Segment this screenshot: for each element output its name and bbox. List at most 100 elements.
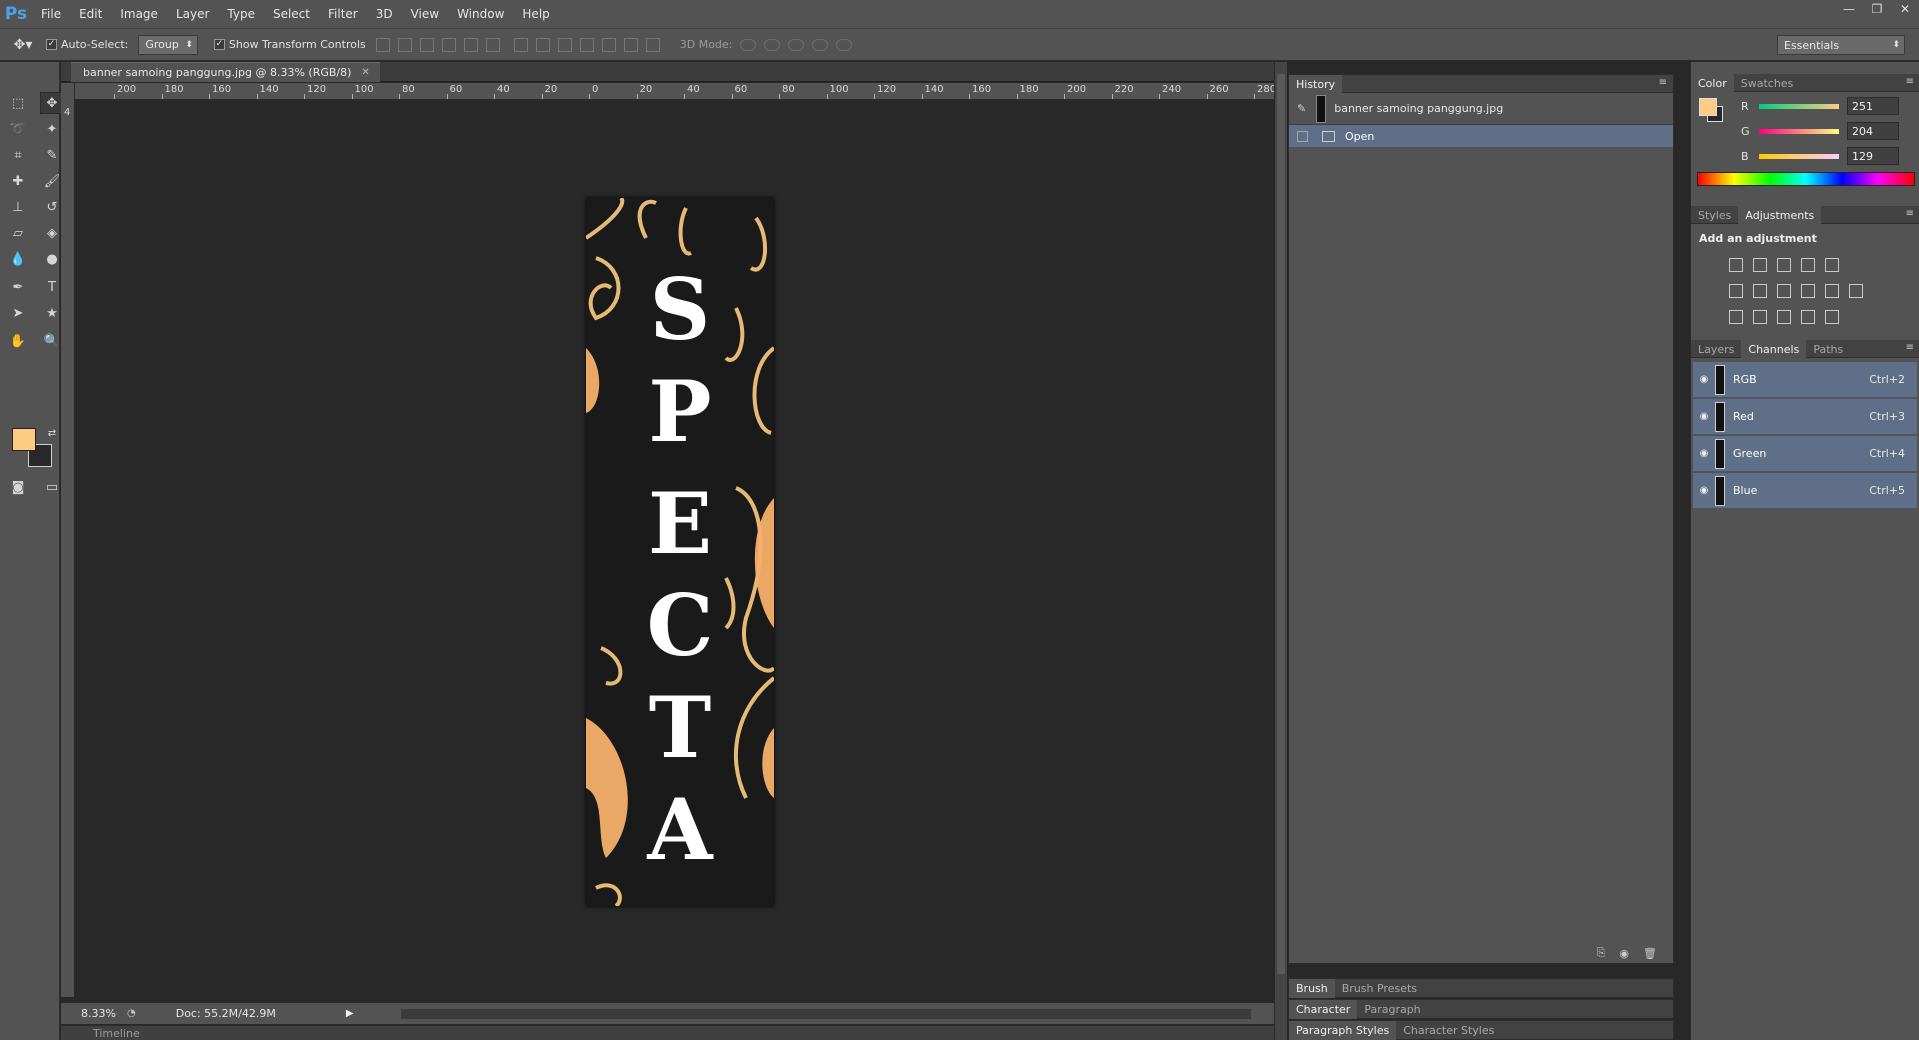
invert-icon[interactable] [1729,310,1743,324]
red-slider[interactable] [1759,103,1839,109]
menu-help[interactable]: Help [513,0,558,28]
menu-3d[interactable]: 3D [367,0,402,28]
channel-row-red[interactable]: ◉ Red Ctrl+3 [1693,399,1917,435]
tab-brush-presets[interactable]: Brush Presets [1335,979,1424,998]
panel-menu-icon[interactable]: ≡ [1906,76,1914,87]
distribute-left-icon[interactable] [579,37,594,52]
align-hcenter-icon[interactable] [463,37,478,52]
tab-brush[interactable]: Brush [1289,978,1335,998]
black-white-icon[interactable] [1777,284,1791,298]
channel-row-blue[interactable]: ◉ Blue Ctrl+5 [1693,473,1917,509]
channel-row-green[interactable]: ◉ Green Ctrl+4 [1693,436,1917,472]
panel-foreground-swatch[interactable] [1699,98,1717,116]
blue-value-input[interactable]: 129 [1847,147,1899,165]
exposure-icon[interactable] [1801,258,1815,272]
foreground-color-swatch[interactable] [12,428,36,451]
threshold-icon[interactable] [1777,310,1791,324]
horizontal-scrollbar[interactable] [401,1009,1251,1019]
tab-paragraph-styles[interactable]: Paragraph Styles [1289,1020,1397,1040]
document-tab[interactable]: banner samoing panggung.jpg @ 8.33% (RGB… [71,62,380,82]
3d-scale-icon[interactable] [836,38,853,51]
tab-channels[interactable]: Channels [1741,340,1807,358]
close-tab-icon[interactable]: ✕ [361,67,369,78]
clone-stamp-icon[interactable]: ⊥ [6,196,30,218]
menu-filter[interactable]: Filter [319,0,367,28]
channel-row-rgb[interactable]: ◉ RGB Ctrl+2 [1693,362,1917,398]
restore-button[interactable]: ❐ [1863,0,1891,18]
history-source-checkbox[interactable] [1297,130,1308,142]
eye-icon[interactable]: ◉ [1693,448,1715,459]
distribute-bottom-icon[interactable] [557,37,572,52]
align-bottom-icon[interactable] [419,37,434,52]
align-right-icon[interactable] [485,37,500,52]
tab-history[interactable]: History [1289,75,1343,93]
status-menu-arrow-icon[interactable]: ▶ [346,1008,354,1019]
workspace-dropdown[interactable]: Essentials [1777,35,1905,55]
close-button[interactable]: ✕ [1891,0,1919,18]
3d-drag-icon[interactable] [788,38,805,51]
color-spectrum-ramp[interactable] [1697,172,1915,186]
brush-source-icon[interactable]: ✎ [1297,102,1306,115]
horizontal-ruler[interactable]: 200 180 160 140 120 100 80 60 40 20 0 20 40 60 80 100 12… [75,83,1274,100]
status-info-icon[interactable]: ◔ [127,1008,136,1019]
blur-tool-icon[interactable]: 💧 [6,248,30,270]
curves-icon[interactable] [1777,258,1791,272]
new-snapshot-icon[interactable]: ◉ [1619,947,1629,960]
move-tool-preset-icon[interactable]: ✥▾ [0,37,46,53]
menu-edit[interactable]: Edit [70,0,111,28]
levels-icon[interactable] [1753,258,1767,272]
hand-tool-icon[interactable]: ✋ [6,330,30,352]
history-step[interactable]: Open [1289,125,1673,147]
selective-color-icon[interactable] [1801,310,1815,324]
align-top-icon[interactable] [375,37,390,52]
tab-adjustments[interactable]: Adjustments [1738,206,1822,224]
menu-image[interactable]: Image [111,0,167,28]
tab-paths[interactable]: Paths [1806,340,1850,358]
3d-roll-icon[interactable] [764,38,781,51]
crop-tool-icon[interactable]: ⌗ [6,144,30,166]
document-info[interactable]: Doc: 55.2M/42.9M [176,1007,276,1020]
panel-menu-icon[interactable]: ≡ [1906,342,1914,353]
healing-brush-icon[interactable]: ✚ [6,170,30,192]
delete-state-icon[interactable]: 🗑 [1643,947,1657,960]
quick-mask-icon[interactable]: ◙ [6,476,30,498]
align-left-icon[interactable] [441,37,456,52]
history-snapshot[interactable]: ✎ banner samoing panggung.jpg [1289,93,1673,125]
menu-window[interactable]: Window [448,0,513,28]
distribute-hcenter-icon[interactable] [601,37,616,52]
new-document-from-state-icon[interactable]: ⎘ [1597,946,1606,960]
zoom-level[interactable]: 8.33% [61,1007,117,1020]
auto-select-checkbox[interactable]: ✓ [46,39,57,50]
pen-tool-icon[interactable]: ✒ [6,276,30,298]
menu-select[interactable]: Select [264,0,319,28]
channel-mixer-icon[interactable] [1825,284,1839,298]
marquee-tool-icon[interactable]: ⬚ [6,92,30,114]
distribute-right-icon[interactable] [623,37,638,52]
panel-menu-icon[interactable]: ≡ [1906,208,1914,219]
menu-layer[interactable]: Layer [167,0,218,28]
eraser-tool-icon[interactable]: ▱ [6,222,30,244]
transform-controls-checkbox[interactable]: ✓ [213,39,225,50]
timeline-panel-collapsed[interactable]: Timeline [61,1025,1274,1040]
menu-type[interactable]: Type [218,0,264,28]
red-value-input[interactable]: 251 [1847,97,1899,115]
menu-file[interactable]: File [32,0,70,28]
tab-character-styles[interactable]: Character Styles [1396,1021,1501,1040]
path-select-icon[interactable]: ➤ [6,302,30,324]
3d-slide-icon[interactable] [812,38,829,51]
green-slider[interactable] [1759,128,1839,134]
photo-filter-icon[interactable] [1801,284,1815,298]
dock-scrollbar[interactable] [1274,62,1287,1040]
3d-rotate-icon[interactable] [740,38,757,51]
minimize-button[interactable]: — [1835,0,1863,18]
brightness-contrast-icon[interactable] [1729,258,1743,272]
dock-scroll-thumb[interactable] [1277,74,1285,974]
tab-layers[interactable]: Layers [1691,340,1741,358]
align-vcenter-icon[interactable] [397,37,412,52]
hue-saturation-icon[interactable] [1729,284,1743,298]
distribute-top-icon[interactable] [513,37,528,52]
document-image[interactable]: S P E C T A [586,198,774,906]
color-lookup-icon[interactable] [1849,284,1863,298]
eye-icon[interactable]: ◉ [1693,485,1715,496]
green-value-input[interactable]: 204 [1847,122,1899,140]
